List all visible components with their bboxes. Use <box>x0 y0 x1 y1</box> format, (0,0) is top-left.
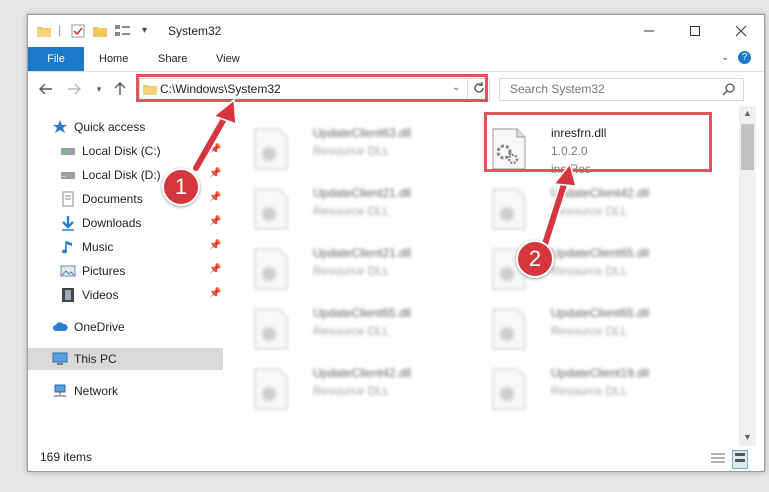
arrow-2 <box>540 162 578 249</box>
step-1-badge: 1 <box>162 168 200 206</box>
arrow-1 <box>191 98 237 173</box>
annotation-arrows <box>191 98 578 249</box>
step-2-badge: 2 <box>516 240 554 278</box>
